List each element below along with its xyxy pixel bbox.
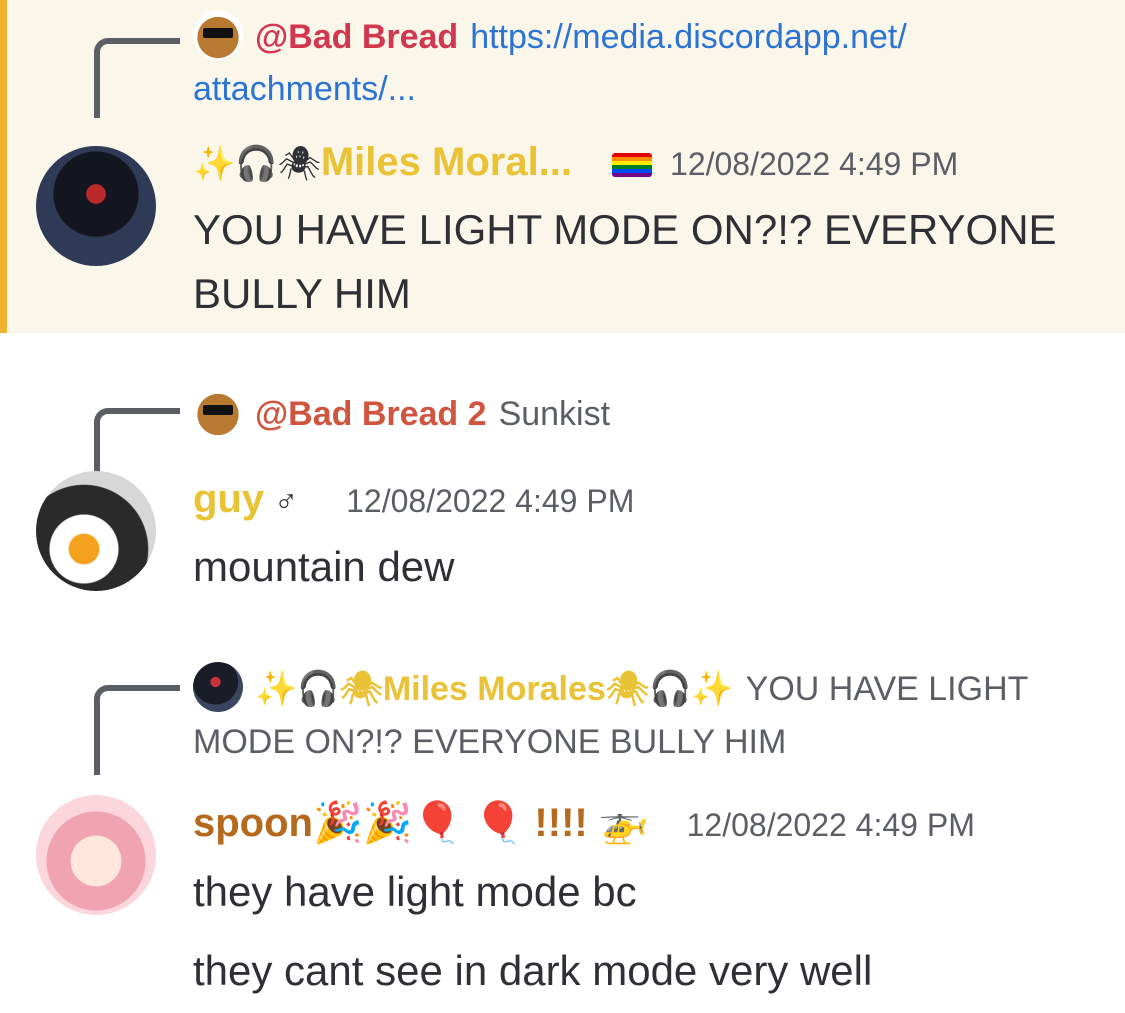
author-name[interactable]: Miles Moral... [321,140,572,184]
reply-preview[interactable]: ✨🎧🕷Miles Morales🕷🎧✨ YOU HAVE LIGHT MODE O… [193,662,1073,768]
avatar[interactable] [36,471,156,591]
avatar[interactable] [36,146,156,266]
author-name[interactable]: spoon🎉🎉🎈 🎈 !!!! 🚁 [193,801,649,845]
timestamp: 12/08/2022 4:49 PM [346,483,635,519]
message-header: spoon🎉🎉🎈 🎈 !!!! 🚁 12/08/2022 4:49 PM [193,795,975,853]
reply-connector [94,685,180,775]
reply-link[interactable]: https://media.discordapp.net/ [470,18,907,56]
reply-snippet[interactable]: Sunkist [499,395,611,433]
reply-author[interactable]: ✨🎧🕷Miles Morales🕷🎧✨ [255,670,734,708]
message-text: they cant see in dark mode very well [193,947,873,994]
reply-preview[interactable]: @Bad Bread 2 Sunkist [193,387,1085,441]
reply-preview[interactable]: @Bad Bread https://media.discordapp.net/ … [193,10,1073,114]
reply-author[interactable]: @Bad Bread [255,18,458,56]
miles-avatar-icon [193,662,243,713]
male-sign-icon: ♂ [274,483,299,519]
message-1[interactable]: @Bad Bread https://media.discordapp.net/ … [0,0,1125,333]
reply-link-continued[interactable]: attachments/... [193,70,416,108]
author-name[interactable]: guy [193,477,264,521]
message-header: guy ♂ 12/08/2022 4:49 PM [193,471,634,529]
message-text: they have light mode bc [193,868,637,915]
timestamp: 12/08/2022 4:49 PM [670,146,959,182]
timestamp: 12/08/2022 4:49 PM [686,807,975,843]
avatar[interactable] [36,795,156,915]
rainbow-flag-icon [612,152,653,177]
message-text: YOU HAVE LIGHT MODE ON?!? EVERYONE BULLY… [193,206,1057,317]
message-header: ✨🎧🕷Miles Moral... 12/08/2022 4:49 PM [193,134,958,192]
message-2[interactable]: @Bad Bread 2 Sunkist guy ♂ 12/08/2022 4:49 … [0,333,1125,623]
message-text: mountain dew [193,543,455,590]
bread-sunglasses-icon [193,10,243,61]
sparkles-headphones-spider-icon: ✨🎧🕷 [193,145,321,183]
message-3[interactable]: ✨🎧🕷Miles Morales🕷🎧✨ YOU HAVE LIGHT MODE O… [0,623,1125,1013]
bread-sunglasses-icon [193,387,243,438]
reply-connector [94,38,180,118]
reply-author[interactable]: @Bad Bread 2 [255,395,487,433]
